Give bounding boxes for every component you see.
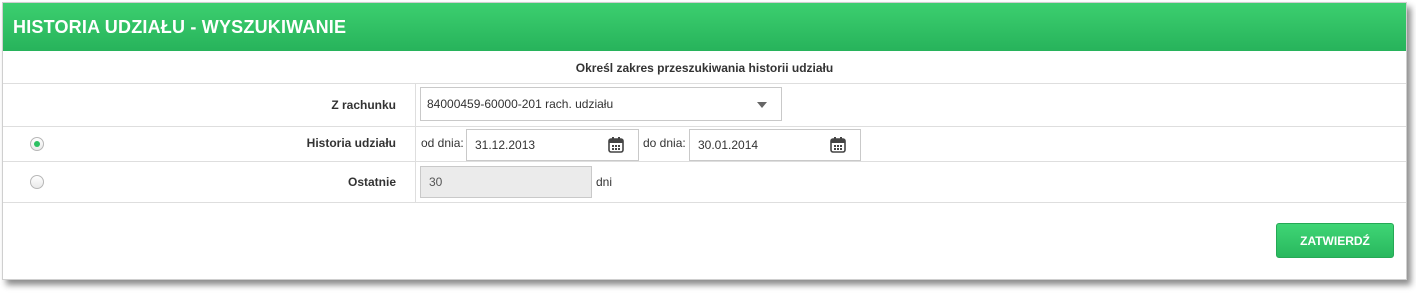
calendar-icon[interactable] (830, 137, 846, 153)
to-date-input[interactable]: 30.01.2014 (689, 129, 861, 161)
from-date-input[interactable]: 31.12.2013 (466, 129, 639, 161)
last-days-value: 30 (429, 175, 443, 189)
account-row: Z rachunku 84000459-60000-201 rach. udzi… (3, 83, 1406, 126)
page-title: HISTORIA UDZIAŁU - WYSZUKIWANIE (3, 3, 1406, 51)
from-date-value: 31.12.2013 (475, 138, 536, 152)
chevron-down-icon[interactable] (757, 102, 767, 108)
account-select[interactable]: 84000459-60000-201 rach. udziału (420, 87, 782, 121)
calendar-icon[interactable] (608, 137, 624, 153)
form-caption: Określ zakres przeszukiwania historii ud… (575, 61, 834, 75)
to-date-value: 30.01.2014 (698, 138, 759, 152)
from-date-label: od dnia: (421, 136, 464, 150)
to-date-label: do dnia: (643, 136, 686, 150)
search-panel: HISTORIA UDZIAŁU - WYSZUKIWANIE Określ z… (2, 2, 1407, 280)
last-days-row: Ostatnie 30 dni (3, 161, 1406, 203)
last-days-radio[interactable] (30, 175, 44, 189)
history-label: Historia udziału (306, 136, 396, 150)
account-select-value: 84000459-60000-201 rach. udziału (427, 97, 614, 111)
last-days-input[interactable]: 30 (420, 166, 592, 198)
account-label: Z rachunku (331, 98, 396, 112)
submit-button[interactable]: ZATWIERDŹ (1276, 223, 1394, 258)
history-row: Historia udziału od dnia: 31.12.2013 do … (3, 126, 1406, 162)
history-radio[interactable] (30, 137, 44, 151)
last-days-label: Ostatnie (347, 175, 396, 189)
last-days-unit: dni (596, 175, 613, 189)
